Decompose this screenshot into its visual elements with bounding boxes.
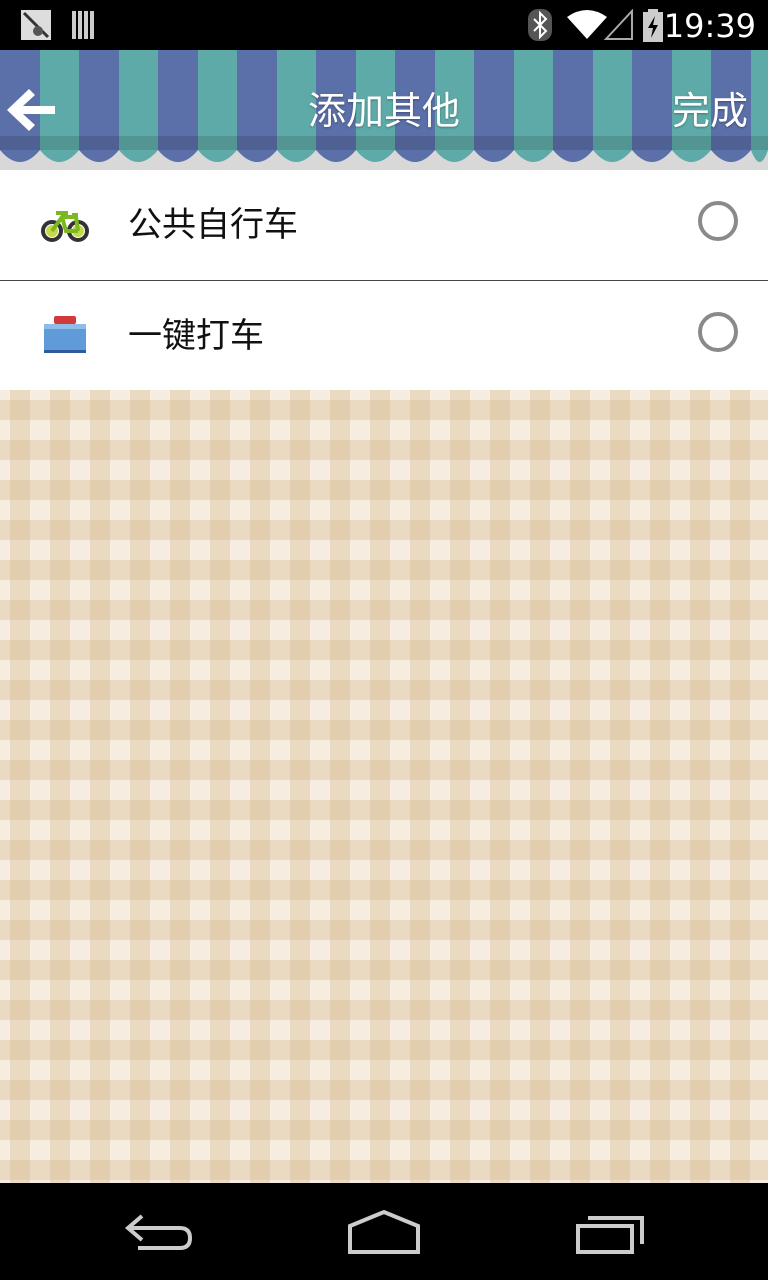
content-area: 公共自行车 一键打车 xyxy=(0,170,768,1183)
home-nav-icon[interactable] xyxy=(344,1208,424,1258)
back-nav-icon[interactable] xyxy=(120,1208,200,1258)
nav-bar xyxy=(0,1183,768,1280)
battery-charging-icon xyxy=(643,9,663,42)
bluetooth-icon xyxy=(528,9,552,41)
clock: 19:39 xyxy=(663,7,756,45)
notification-app-icon xyxy=(21,10,51,40)
recent-apps-icon[interactable] xyxy=(570,1208,650,1258)
notification-barcode-icon xyxy=(72,11,94,39)
page-title: 添加其他 xyxy=(307,89,460,133)
option-list: 公共自行车 一键打车 xyxy=(0,170,768,390)
radio-button[interactable] xyxy=(698,201,738,241)
cell-signal-icon xyxy=(604,9,633,40)
title-bar: 添加其他 完成 xyxy=(0,50,768,170)
wifi-icon xyxy=(567,10,607,39)
list-item-public-bicycle[interactable]: 公共自行车 xyxy=(0,170,768,280)
item-label: 公共自行车 xyxy=(128,205,298,245)
done-button[interactable]: 完成 xyxy=(672,86,748,136)
radio-button[interactable] xyxy=(698,312,738,352)
taxi-button-icon xyxy=(44,316,86,353)
bicycle-icon xyxy=(41,211,89,242)
status-bar: 19:39 xyxy=(0,0,768,50)
list-item-one-click-taxi[interactable]: 一键打车 xyxy=(0,280,768,390)
item-label: 一键打车 xyxy=(128,316,264,356)
